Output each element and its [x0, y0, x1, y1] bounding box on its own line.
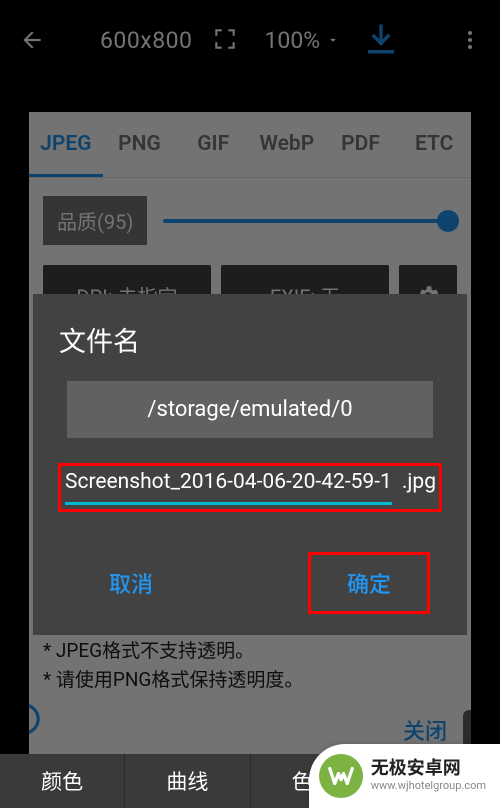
logo-w-icon	[326, 761, 356, 791]
filename-dialog: 文件名 /storage/emulated/0 Screenshot_2016-…	[33, 294, 467, 635]
filename-input[interactable]: Screenshot_2016-04-06-20-42-59-1	[65, 470, 392, 505]
tab-curve[interactable]: 曲线	[125, 754, 250, 808]
cancel-button[interactable]: 取消	[71, 553, 191, 613]
watermark-title: 无极安卓网	[371, 759, 486, 780]
confirm-button[interactable]: 确定	[309, 553, 429, 613]
tab-color[interactable]: 颜色	[0, 754, 125, 808]
save-path[interactable]: /storage/emulated/0	[67, 381, 433, 438]
file-extension: .jpg	[402, 470, 436, 494]
watermark-logo	[319, 754, 363, 798]
dialog-title: 文件名	[59, 320, 441, 359]
site-watermark: 无极安卓网 www.wjhotelgroup.com	[309, 744, 500, 808]
filename-row: Screenshot_2016-04-06-20-42-59-1 .jpg	[59, 464, 441, 511]
watermark-url: www.wjhotelgroup.com	[371, 780, 486, 793]
